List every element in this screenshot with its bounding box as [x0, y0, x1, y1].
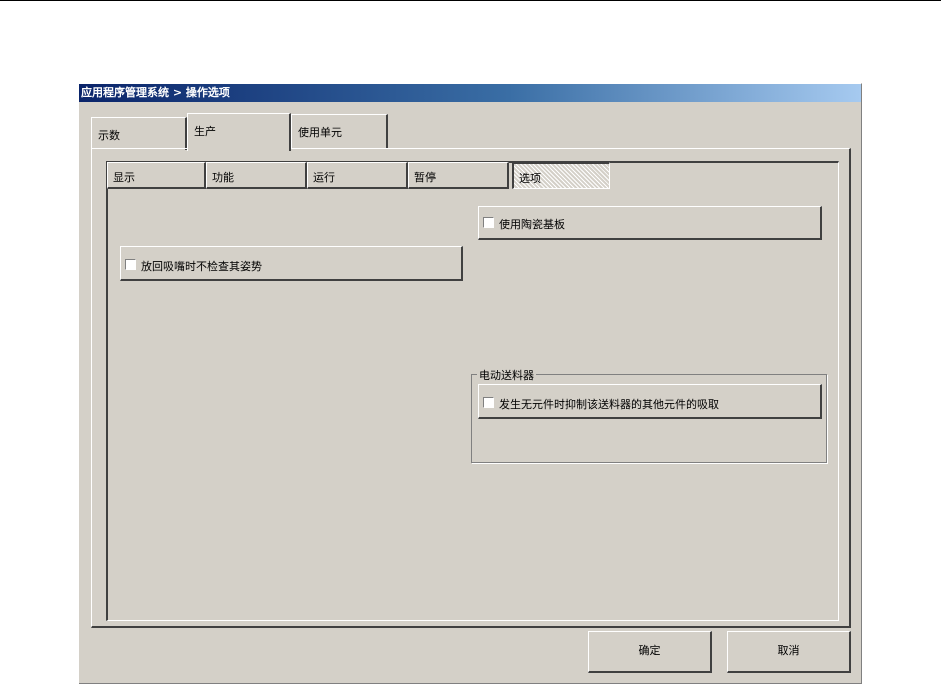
subtab-options[interactable]: 选项: [512, 162, 610, 189]
no-check-posture-label: 放回吸嘴时不检查其姿势: [141, 260, 262, 273]
window-title: 应用程序管理系统 > 操作选项: [79, 84, 861, 102]
ok-button[interactable]: 确定: [588, 631, 712, 673]
options-dialog: 应用程序管理系统 > 操作选项 示数 生产 使用单元 显示 功能 运行 暂停 选…: [78, 83, 862, 684]
subtab-function[interactable]: 功能: [206, 162, 307, 189]
tab-production[interactable]: 生产: [187, 113, 291, 151]
top-rule: [0, 0, 941, 1]
electric-feeder-group-label: 电动送料器: [477, 367, 536, 383]
subtab-label: 功能: [212, 171, 234, 184]
no-check-posture-option[interactable]: 放回吸嘴时不检查其姿势: [120, 246, 463, 281]
tab-label: 示数: [98, 129, 120, 142]
subtab-label: 暂停: [414, 171, 436, 184]
tab-label: 使用单元: [298, 126, 342, 139]
subtab-run[interactable]: 运行: [307, 162, 408, 189]
ceramic-board-option[interactable]: 使用陶瓷基板: [478, 206, 822, 240]
tab-label: 生产: [194, 125, 216, 138]
subtab-label: 显示: [113, 171, 135, 184]
subtab-label: 选项: [519, 172, 541, 185]
ceramic-board-checkbox[interactable]: [483, 217, 494, 228]
suppress-pickup-label: 发生无元件时抑制该送料器的其他元件的吸取: [499, 398, 719, 411]
suppress-pickup-checkbox[interactable]: [483, 397, 494, 408]
suppress-pickup-option[interactable]: 发生无元件时抑制该送料器的其他元件的吸取: [478, 384, 822, 419]
tab-use-unit[interactable]: 使用单元: [291, 114, 388, 149]
subtab-pause[interactable]: 暂停: [408, 162, 509, 189]
cancel-button[interactable]: 取消: [727, 631, 851, 673]
ceramic-board-label: 使用陶瓷基板: [499, 218, 565, 231]
no-check-posture-checkbox[interactable]: [125, 259, 136, 270]
tab-display-count[interactable]: 示数: [91, 117, 187, 150]
subtab-display[interactable]: 显示: [107, 162, 206, 189]
subtab-label: 运行: [313, 171, 335, 184]
